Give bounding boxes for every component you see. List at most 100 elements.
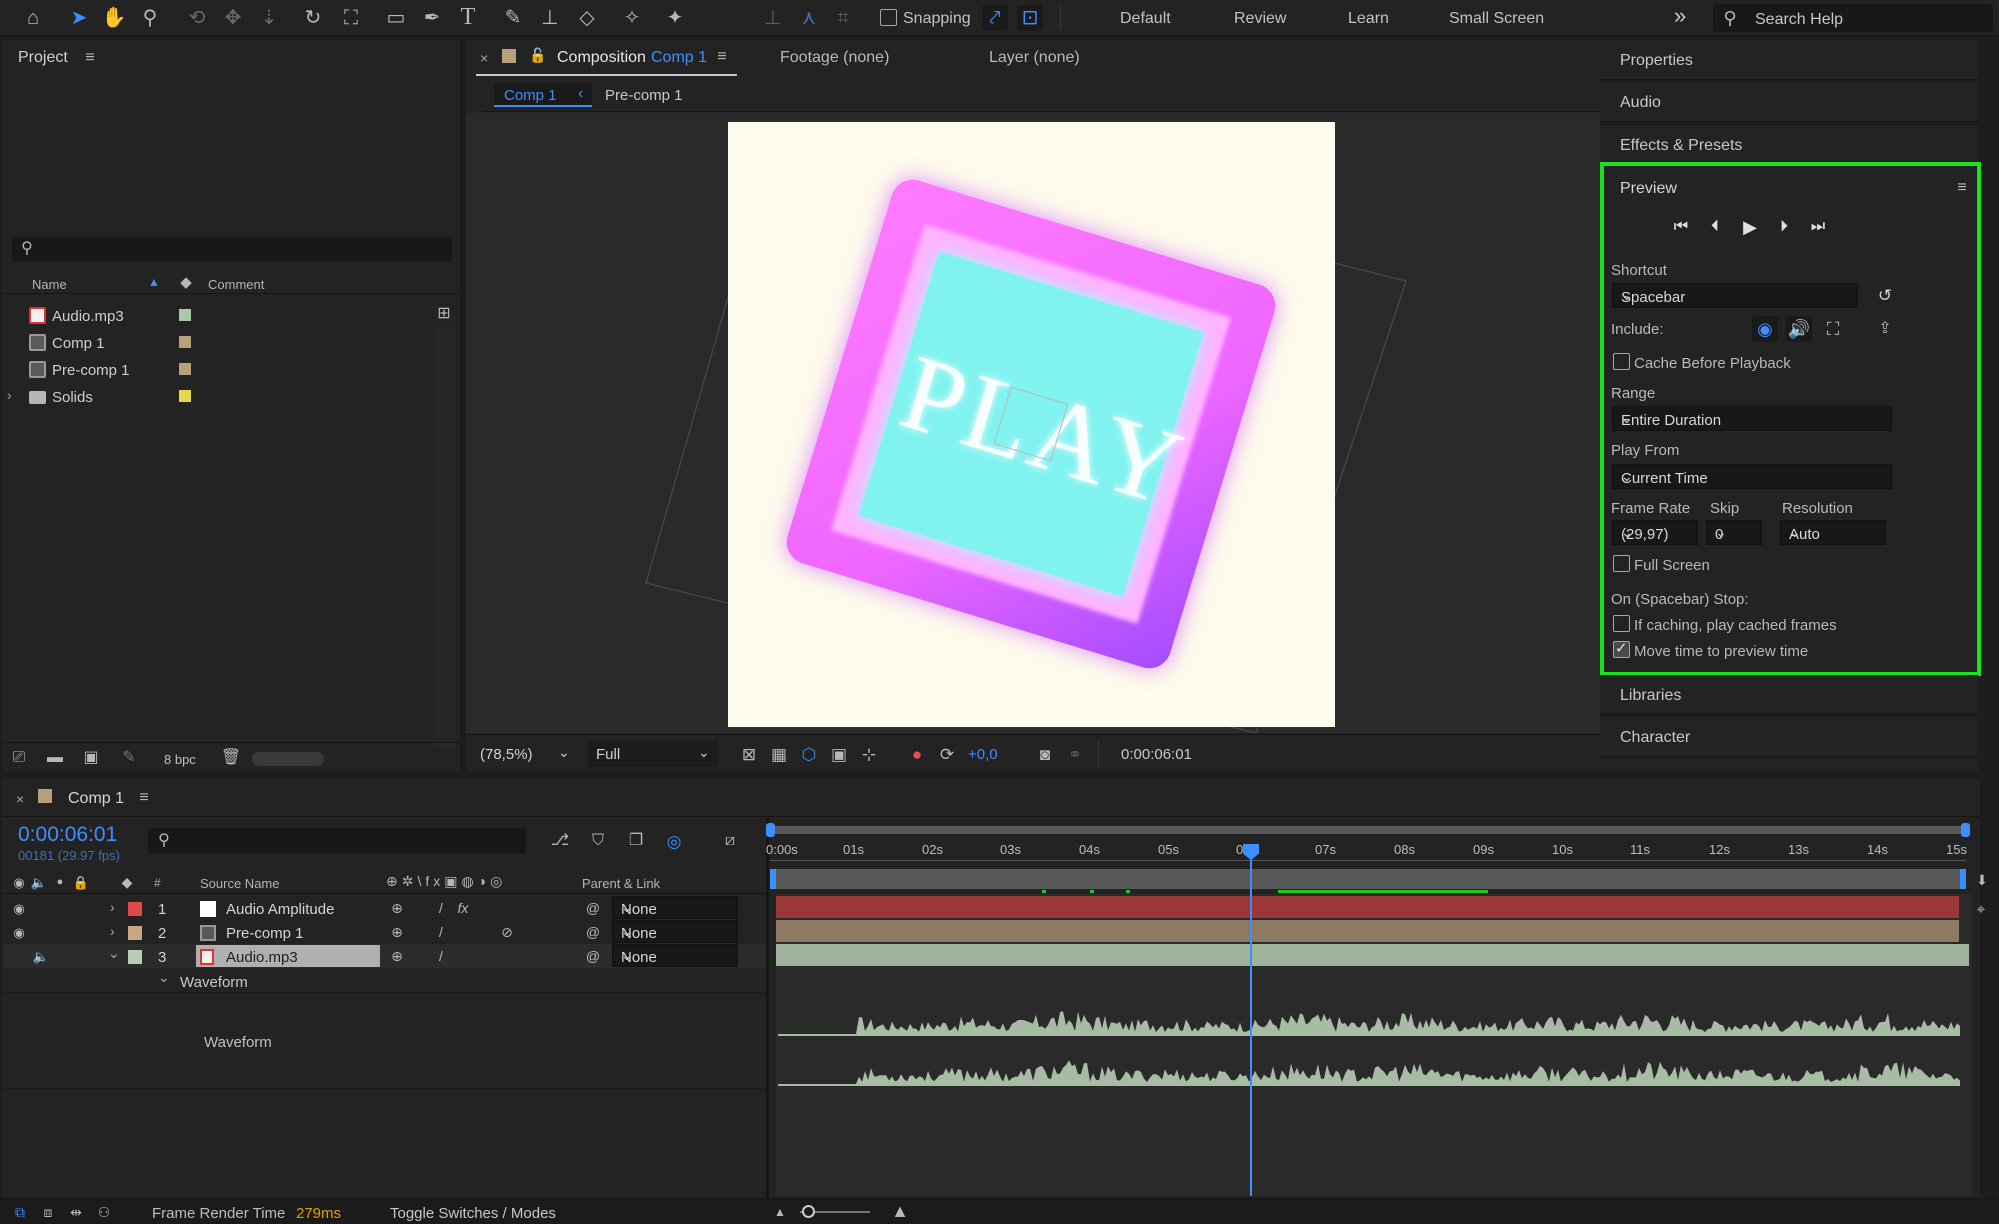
layer-row[interactable]: ◉ › 2 Pre-comp 1 ⊕ / ⊘ @ None ⌄ bbox=[4, 920, 768, 944]
project-scrollbar[interactable] bbox=[434, 328, 456, 748]
next-frame-icon[interactable]: ⏵ bbox=[1773, 216, 1795, 238]
time-navigator[interactable] bbox=[766, 823, 1970, 837]
work-area-bar[interactable] bbox=[770, 869, 1966, 889]
waveform-group-label[interactable]: Waveform bbox=[180, 975, 248, 990]
grid-guides-icon[interactable]: ⊹ bbox=[858, 743, 880, 765]
clone-stamp-tool-icon[interactable]: ⊥ bbox=[537, 6, 563, 30]
workspace-review[interactable]: Review bbox=[1234, 10, 1286, 28]
roto-brush-tool-icon[interactable]: ✧ bbox=[619, 6, 645, 30]
video-eye-icon[interactable]: ◉ bbox=[10, 873, 28, 891]
collapse-chevron-icon[interactable]: ⌄ bbox=[158, 970, 170, 984]
lock-icon[interactable]: 🔒 bbox=[72, 873, 90, 891]
graph-editor-icon[interactable]: ⧄ bbox=[718, 830, 742, 852]
parent-dropdown[interactable]: None ⌄ bbox=[612, 920, 738, 943]
close-tab-icon[interactable]: × bbox=[16, 792, 24, 806]
zoom-tool-icon[interactable]: ⚲ bbox=[137, 6, 163, 30]
lock-icon[interactable]: 🔓 bbox=[529, 46, 546, 64]
axis-view-icon[interactable]: ⌗ bbox=[830, 6, 856, 30]
column-name[interactable]: Name bbox=[32, 278, 67, 291]
frame-rate-dropdown[interactable]: (29,97) ⌄ bbox=[1612, 520, 1698, 545]
footage-tab[interactable]: Footage (none) bbox=[780, 50, 889, 66]
layer-duration-bar[interactable] bbox=[776, 896, 1959, 918]
zoom-in-icon[interactable]: ▲ bbox=[886, 1200, 914, 1222]
composition-tab-comp-name[interactable]: Comp 1 bbox=[651, 50, 707, 66]
layer-source-name[interactable]: Audio Amplitude bbox=[226, 901, 334, 918]
snapping-checkbox[interactable] bbox=[880, 9, 897, 26]
expand-chevron-icon[interactable]: › bbox=[7, 388, 12, 402]
current-timecode[interactable]: 0:00:06:01 bbox=[18, 824, 117, 845]
export-icon[interactable]: ⇪ bbox=[1874, 318, 1896, 340]
include-video-eye-icon[interactable]: ◉ bbox=[1752, 316, 1778, 342]
pen-tool-icon[interactable]: ✒ bbox=[419, 6, 445, 30]
transparency-grid-icon[interactable]: ▦ bbox=[768, 743, 790, 765]
new-composition-icon[interactable]: ▣ bbox=[80, 748, 102, 768]
timeline-zoom-slider[interactable] bbox=[800, 1205, 870, 1218]
video-eye-icon[interactable]: ◉ bbox=[10, 923, 28, 941]
bpc-label[interactable]: 8 bpc bbox=[164, 753, 196, 766]
quality-icon[interactable]: / bbox=[432, 898, 450, 918]
axis-world-icon[interactable]: ⋏ bbox=[796, 6, 822, 30]
collapse-chevron-icon[interactable]: ⌄ bbox=[108, 946, 120, 960]
fast-previews-icon[interactable]: ⊠ bbox=[738, 743, 760, 765]
zoom-dropdown[interactable]: (78,5%) ⌄ bbox=[472, 741, 578, 767]
solo-icon[interactable]: ● bbox=[51, 873, 69, 891]
panel-menu-icon[interactable]: ≡ bbox=[134, 788, 154, 808]
column-comment[interactable]: Comment bbox=[208, 278, 264, 291]
last-frame-icon[interactable]: ⏭ bbox=[1807, 216, 1829, 238]
include-audio-speaker-icon[interactable]: 🔊 bbox=[1786, 316, 1812, 342]
label-color-swatch[interactable] bbox=[179, 309, 191, 321]
in-out-icon[interactable]: ⇹ bbox=[66, 1202, 86, 1222]
project-item[interactable]: Pre-comp 1 bbox=[2, 356, 434, 383]
pan-behind-tool-icon[interactable]: ⛶ bbox=[338, 6, 364, 30]
dolly-tool-icon[interactable]: ⇣ bbox=[256, 6, 282, 30]
pan-tool-icon[interactable]: ✥ bbox=[220, 6, 246, 30]
include-overlays-icon[interactable]: ⛶ bbox=[1820, 316, 1846, 342]
layer-switches-icon[interactable]: ⧉ bbox=[10, 1202, 30, 1222]
label-color-swatch[interactable] bbox=[179, 363, 191, 375]
mask-visibility-icon[interactable]: ⬡ bbox=[798, 743, 820, 765]
snapshot-camera-icon[interactable]: ◙ bbox=[1034, 743, 1056, 765]
current-time-indicator[interactable] bbox=[1243, 844, 1259, 1196]
frame-blending-icon[interactable]: ❐ bbox=[624, 830, 648, 852]
shy-icon[interactable]: ⊕ bbox=[388, 922, 406, 942]
quality-icon[interactable]: / bbox=[432, 946, 450, 966]
layer-row[interactable]: 🔈 ⌄ 3 Audio.mp3 ⊕ / @ None ⌄ bbox=[4, 944, 768, 968]
parent-dropdown[interactable]: None ⌄ bbox=[612, 896, 738, 919]
label-color-swatch[interactable] bbox=[128, 926, 142, 940]
project-item[interactable]: Audio.mp3 bbox=[2, 302, 434, 329]
workspace-small-screen[interactable]: Small Screen bbox=[1449, 10, 1544, 28]
trash-icon[interactable]: 🗑 bbox=[220, 748, 242, 768]
eraser-tool-icon[interactable]: ◇ bbox=[574, 6, 600, 30]
label-color-swatch[interactable] bbox=[128, 950, 142, 964]
panel-character[interactable]: Character bbox=[1600, 717, 1978, 757]
timeline-search-input[interactable]: ⚲ bbox=[148, 828, 526, 854]
reset-exposure-icon[interactable]: ⟳ bbox=[936, 743, 958, 765]
motion-blur-switch-icon[interactable]: ⊘ bbox=[498, 922, 516, 942]
composition-tab-label[interactable]: Composition bbox=[557, 50, 646, 66]
cache-before-playback-checkbox[interactable] bbox=[1613, 353, 1630, 370]
full-screen-checkbox[interactable] bbox=[1613, 555, 1630, 572]
label-tag-icon[interactable]: ◆ bbox=[177, 273, 195, 291]
panel-menu-icon[interactable]: ≡ bbox=[80, 48, 100, 68]
layer-tab[interactable]: Layer (none) bbox=[989, 50, 1080, 66]
interpret-footage-icon[interactable]: ⎚ bbox=[8, 748, 30, 768]
resolution-dropdown[interactable]: Full ⌄ bbox=[588, 741, 718, 767]
region-of-interest-icon[interactable]: ▣ bbox=[828, 743, 850, 765]
composition-flowchart-icon[interactable]: ⎇ bbox=[548, 830, 572, 852]
composition-canvas[interactable]: PLAY bbox=[728, 122, 1335, 727]
parent-dropdown[interactable]: None ⌄ bbox=[612, 944, 738, 967]
home-icon[interactable]: ⌂ bbox=[20, 6, 46, 30]
viewer-timecode[interactable]: 0:00:06:01 bbox=[1121, 747, 1192, 762]
if-caching-checkbox[interactable] bbox=[1613, 615, 1630, 632]
parent-pickwhip-icon[interactable]: @ bbox=[584, 922, 602, 942]
motion-blur-icon[interactable]: ◎ bbox=[662, 830, 686, 852]
workspace-overflow-button[interactable]: » bbox=[1674, 5, 1686, 27]
panel-menu-icon[interactable]: ≡ bbox=[1952, 178, 1972, 198]
previous-frame-icon[interactable]: ⏴ bbox=[1704, 216, 1726, 238]
project-panel-title[interactable]: Project bbox=[18, 50, 68, 66]
layer-duration-bar[interactable] bbox=[776, 944, 1969, 966]
range-dropdown[interactable]: Entire Duration ⌄ bbox=[1612, 406, 1892, 431]
transfer-controls-icon[interactable]: ⧈ bbox=[38, 1202, 58, 1222]
puppet-pin-tool-icon[interactable]: ✦ bbox=[662, 6, 688, 30]
layer-source-name[interactable]: Audio.mp3 bbox=[226, 949, 298, 966]
